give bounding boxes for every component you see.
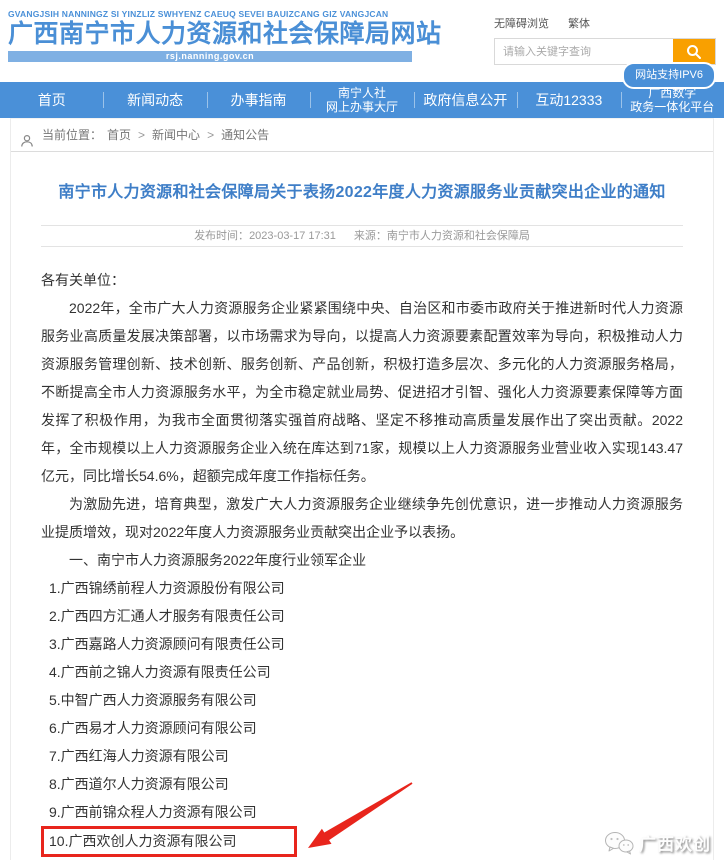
nav-item-interaction-12333[interactable]: 互动12333	[517, 82, 620, 118]
section-heading: 一、南宁市人力资源服务2022年度行业领军企业	[41, 546, 683, 574]
breadcrumb-separator: >	[207, 119, 214, 152]
article-meta: 发布时间：2023-03-17 17:31 来源：南宁市人力资源和社会保障局	[41, 225, 683, 247]
breadcrumb-home[interactable]: 首页	[107, 119, 131, 152]
nav-item-online-hall[interactable]: 南宁人社 网上办事大厅	[310, 82, 413, 118]
search-input[interactable]	[495, 39, 673, 64]
paragraph: 2022年，全市广大人力资源服务企业紧紧围绕中央、自治区和市委市政府关于推进新时…	[41, 294, 683, 490]
company-list-item: 9.广西前锦众程人力资源有限公司	[41, 798, 683, 826]
nav-item-label: 首页	[38, 92, 66, 109]
nav-item-home[interactable]: 首页	[0, 82, 103, 118]
nav-item-label: 办事指南	[231, 92, 287, 109]
nav-item-label: 南宁人社	[338, 86, 386, 100]
company-list-item-highlighted: 10.广西欢创人力资源有限公司	[41, 826, 683, 857]
nav-item-service-guide[interactable]: 办事指南	[207, 82, 310, 118]
breadcrumb-news-center[interactable]: 新闻中心	[152, 119, 200, 152]
search-box	[494, 38, 716, 65]
site-url: rsj.nanning.gov.cn	[8, 51, 412, 62]
site-title: 广西南宁市人力资源和社会保障局网站	[8, 20, 412, 49]
company-list-item: 7.广西红海人力资源有限公司	[41, 742, 683, 770]
user-location-icon	[20, 128, 34, 142]
breadcrumb-separator: >	[138, 119, 145, 152]
red-highlight-box: 10.广西欢创人力资源有限公司	[41, 826, 297, 857]
breadcrumb-notices[interactable]: 通知公告	[221, 119, 269, 152]
header-utilities: 无障碍浏览 繁体 网站支持IPV6	[494, 15, 716, 65]
company-list-item: 8.广西道尔人力资源有限公司	[41, 770, 683, 798]
watermark-text: 广西欢创	[639, 830, 711, 855]
header-top-links: 无障碍浏览 繁体	[494, 15, 716, 31]
source-label: 来源：	[354, 230, 387, 242]
wechat-icon	[604, 831, 634, 855]
article: 南宁市人力资源和社会保障局关于表扬2022年度人力资源服务业贡献突出企业的通知 …	[11, 178, 713, 857]
company-list-item: 5.中智广西人力资源服务有限公司	[41, 686, 683, 714]
search-button[interactable]	[673, 39, 715, 64]
paragraph: 为激励先进，培育典型，激发广大人力资源服务企业继续争先创优意识，进一步推动人力资…	[41, 490, 683, 546]
company-list-item: 3.广西嘉路人力资源顾问有限责任公司	[41, 630, 683, 658]
article-body: 各有关单位： 2022年，全市广大人力资源服务企业紧紧围绕中央、自治区和市委市政…	[41, 266, 683, 857]
nav-item-label: 政务一体化平台	[630, 100, 714, 114]
breadcrumb-prefix: 当前位置：	[42, 119, 102, 152]
ipv6-support-badge[interactable]: 网站支持IPV6	[622, 62, 716, 89]
accessibility-link[interactable]: 无障碍浏览	[494, 18, 549, 30]
site-header: GVANGJSIH NANNINGZ SI YINZLIZ SWHYENZ CA…	[0, 0, 724, 82]
main-nav: 首页 新闻动态 办事指南 南宁人社 网上办事大厅 政府信息公开 互动12333 …	[0, 82, 724, 118]
company-list-item: 1.广西锦绣前程人力资源股份有限公司	[41, 574, 683, 602]
nav-item-news[interactable]: 新闻动态	[103, 82, 206, 118]
breadcrumb: 当前位置： 首页 > 新闻中心 > 通知公告	[11, 119, 713, 152]
search-icon	[686, 44, 702, 60]
nav-item-gov-info[interactable]: 政府信息公开	[414, 82, 517, 118]
traditional-chinese-link[interactable]: 繁体	[568, 18, 590, 30]
company-list-item: 6.广西易才人力资源顾问有限公司	[41, 714, 683, 742]
nav-item-label: 新闻动态	[127, 92, 183, 109]
nav-item-label: 政府信息公开	[423, 92, 507, 109]
company-name: 10.广西欢创人力资源有限公司	[49, 833, 236, 849]
salutation: 各有关单位：	[41, 266, 683, 294]
company-list-item: 2.广西四方汇通人才服务有限责任公司	[41, 602, 683, 630]
article-title: 南宁市人力资源和社会保障局关于表扬2022年度人力资源服务业贡献突出企业的通知	[41, 178, 683, 202]
nav-item-label: 网上办事大厅	[326, 100, 398, 114]
site-logo[interactable]: GVANGJSIH NANNINGZ SI YINZLIZ SWHYENZ CA…	[8, 9, 412, 62]
nav-item-label: 互动12333	[535, 92, 602, 109]
watermark: 广西欢创	[604, 830, 711, 855]
site-title-zhuang: GVANGJSIH NANNINGZ SI YINZLIZ SWHYENZ CA…	[8, 9, 412, 19]
publish-time-label: 发布时间：	[194, 230, 249, 242]
content-container: 当前位置： 首页 > 新闻中心 > 通知公告 南宁市人力资源和社会保障局关于表扬…	[10, 118, 714, 860]
company-list-item: 4.广西前之锦人力资源有限责任公司	[41, 658, 683, 686]
source-value: 南宁市人力资源和社会保障局	[387, 230, 530, 242]
publish-time: 2023-03-17 17:31	[249, 230, 336, 242]
